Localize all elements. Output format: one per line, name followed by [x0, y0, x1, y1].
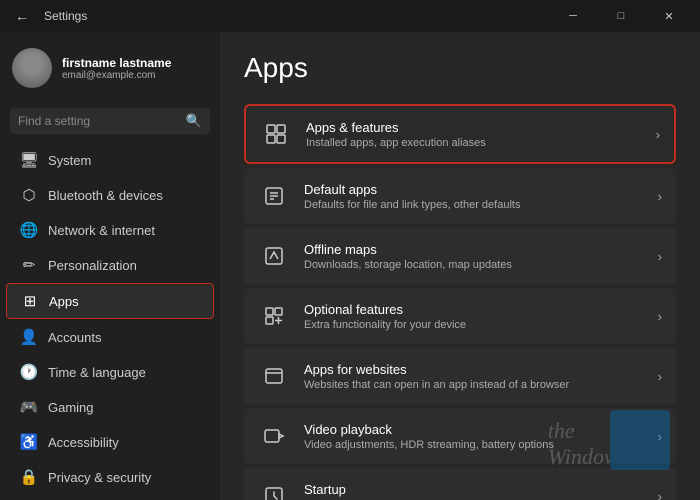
- user-email: email@example.com: [62, 70, 208, 81]
- minimize-button[interactable]: ─: [550, 0, 596, 32]
- nav-icon-system: 🖥: [20, 151, 38, 169]
- item-icon-video-playback: [258, 420, 290, 452]
- user-section: firstname lastname email@example.com: [0, 32, 220, 104]
- item-desc-apps-features: Installed apps, app execution aliases: [306, 137, 642, 149]
- item-title-default-apps: Default apps: [304, 182, 644, 197]
- sidebar-item-accessibility[interactable]: ♿ Accessibility: [6, 425, 214, 459]
- settings-item-offline-maps[interactable]: Offline maps Downloads, storage location…: [244, 228, 676, 284]
- settings-item-apps-features[interactable]: Apps & features Installed apps, app exec…: [244, 104, 676, 164]
- settings-item-apps-websites[interactable]: Apps for websites Websites that can open…: [244, 348, 676, 404]
- chevron-icon-apps-features: ›: [656, 127, 660, 142]
- chevron-icon-apps-websites: ›: [658, 369, 662, 384]
- settings-list: Apps & features Installed apps, app exec…: [244, 104, 676, 500]
- close-button[interactable]: ✕: [646, 0, 692, 32]
- nav-icon-apps: ⊞: [21, 292, 39, 310]
- chevron-icon-video-playback: ›: [658, 429, 662, 444]
- item-icon-offline-maps: [258, 240, 290, 272]
- maximize-button[interactable]: □: [598, 0, 644, 32]
- item-title-apps-features: Apps & features: [306, 120, 642, 135]
- nav-label-network: Network & internet: [48, 223, 155, 238]
- sidebar-item-time[interactable]: 🕐 Time & language: [6, 355, 214, 389]
- nav-icon-time: 🕐: [20, 363, 38, 381]
- nav-label-accounts: Accounts: [48, 330, 101, 345]
- nav-icon-personalization: ✏: [20, 256, 38, 274]
- chevron-icon-default-apps: ›: [658, 189, 662, 204]
- sidebar-item-update[interactable]: ⟳ Windows Update: [6, 495, 214, 500]
- nav-label-apps: Apps: [49, 294, 79, 309]
- user-name: firstname lastname: [62, 56, 208, 70]
- sidebar-item-privacy[interactable]: 🔒 Privacy & security: [6, 460, 214, 494]
- nav-icon-gaming: 🎮: [20, 398, 38, 416]
- settings-item-optional-features[interactable]: Optional features Extra functionality fo…: [244, 288, 676, 344]
- item-text-apps-features: Apps & features Installed apps, app exec…: [306, 120, 642, 149]
- nav-label-privacy: Privacy & security: [48, 470, 151, 485]
- item-text-optional-features: Optional features Extra functionality fo…: [304, 302, 644, 331]
- item-desc-optional-features: Extra functionality for your device: [304, 319, 644, 331]
- item-desc-apps-websites: Websites that can open in an app instead…: [304, 379, 644, 391]
- nav-container: 🖥 System ⬡ Bluetooth & devices 🌐 Network…: [0, 142, 220, 500]
- item-title-offline-maps: Offline maps: [304, 242, 644, 257]
- chevron-icon-optional-features: ›: [658, 309, 662, 324]
- settings-item-startup[interactable]: Startup Apps that start automatically wh…: [244, 468, 676, 500]
- chevron-icon-offline-maps: ›: [658, 249, 662, 264]
- item-icon-default-apps: [258, 180, 290, 212]
- item-title-startup: Startup: [304, 482, 644, 497]
- nav-label-accessibility: Accessibility: [48, 435, 119, 450]
- avatar: [12, 48, 52, 88]
- sidebar-item-network[interactable]: 🌐 Network & internet: [6, 213, 214, 247]
- item-title-video-playback: Video playback: [304, 422, 644, 437]
- nav-icon-accounts: 👤: [20, 328, 38, 346]
- item-title-optional-features: Optional features: [304, 302, 644, 317]
- item-icon-apps-features: [260, 118, 292, 150]
- search-box[interactable]: 🔍: [10, 108, 210, 134]
- sidebar-item-personalization[interactable]: ✏ Personalization: [6, 248, 214, 282]
- item-icon-optional-features: [258, 300, 290, 332]
- sidebar-item-apps[interactable]: ⊞ Apps: [6, 283, 214, 319]
- settings-item-video-playback[interactable]: Video playback Video adjustments, HDR st…: [244, 408, 676, 464]
- item-text-default-apps: Default apps Defaults for file and link …: [304, 182, 644, 211]
- nav-label-personalization: Personalization: [48, 258, 137, 273]
- item-text-startup: Startup Apps that start automatically wh…: [304, 482, 644, 500]
- user-info: firstname lastname email@example.com: [62, 56, 208, 81]
- item-title-apps-websites: Apps for websites: [304, 362, 644, 377]
- item-desc-video-playback: Video adjustments, HDR streaming, batter…: [304, 439, 644, 451]
- sidebar: firstname lastname email@example.com 🔍 🖥…: [0, 32, 220, 500]
- page-title: Apps: [244, 52, 676, 84]
- item-desc-default-apps: Defaults for file and link types, other …: [304, 199, 644, 211]
- sidebar-item-accounts[interactable]: 👤 Accounts: [6, 320, 214, 354]
- search-icon: 🔍: [186, 113, 202, 129]
- nav-label-gaming: Gaming: [48, 400, 94, 415]
- titlebar-controls: ─ □ ✕: [550, 0, 692, 32]
- sidebar-item-gaming[interactable]: 🎮 Gaming: [6, 390, 214, 424]
- main-layout: firstname lastname email@example.com 🔍 🖥…: [0, 32, 700, 500]
- item-text-apps-websites: Apps for websites Websites that can open…: [304, 362, 644, 391]
- sidebar-item-bluetooth[interactable]: ⬡ Bluetooth & devices: [6, 178, 214, 212]
- titlebar-left: ← Settings: [8, 2, 87, 30]
- titlebar: ← Settings ─ □ ✕: [0, 0, 700, 32]
- back-button[interactable]: ←: [8, 2, 36, 30]
- settings-item-default-apps[interactable]: Default apps Defaults for file and link …: [244, 168, 676, 224]
- item-text-video-playback: Video playback Video adjustments, HDR st…: [304, 422, 644, 451]
- item-icon-apps-websites: [258, 360, 290, 392]
- avatar-image: [12, 48, 52, 88]
- content-area: Apps Apps & features Installed apps, app…: [220, 32, 700, 500]
- sidebar-item-system[interactable]: 🖥 System: [6, 143, 214, 177]
- nav-icon-accessibility: ♿: [20, 433, 38, 451]
- item-icon-startup: [258, 480, 290, 500]
- item-desc-offline-maps: Downloads, storage location, map updates: [304, 259, 644, 271]
- titlebar-title: Settings: [44, 9, 87, 23]
- nav-label-bluetooth: Bluetooth & devices: [48, 188, 163, 203]
- nav-icon-network: 🌐: [20, 221, 38, 239]
- nav-icon-bluetooth: ⬡: [20, 186, 38, 204]
- nav-label-time: Time & language: [48, 365, 146, 380]
- search-input[interactable]: [18, 114, 180, 128]
- nav-icon-privacy: 🔒: [20, 468, 38, 486]
- chevron-icon-startup: ›: [658, 489, 662, 500]
- item-text-offline-maps: Offline maps Downloads, storage location…: [304, 242, 644, 271]
- nav-label-system: System: [48, 153, 91, 168]
